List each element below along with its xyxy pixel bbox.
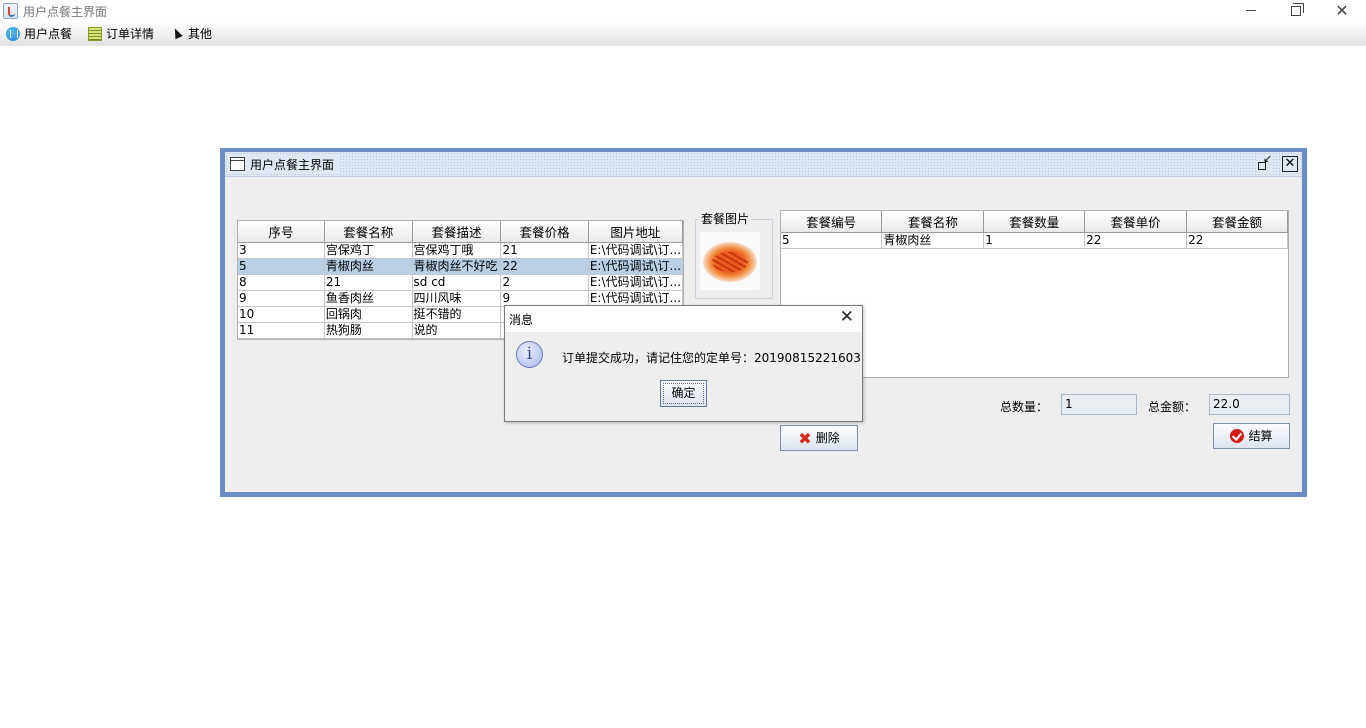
table-row[interactable]: 5 青椒肉丝 青椒肉丝不好吃 22 E:\代码调试\订... [238, 258, 684, 275]
restore-icon [1291, 2, 1304, 16]
table-cell[interactable]: 鱼香肉丝 [324, 290, 413, 307]
calculator-icon [88, 27, 102, 41]
table-cell[interactable]: 2 [500, 274, 589, 291]
total-amount-label: 总金额： [1148, 400, 1197, 414]
column-header[interactable]: 套餐名称 [324, 221, 413, 243]
pointer-icon [171, 26, 183, 40]
table-cell[interactable]: 22 [1186, 232, 1288, 249]
table-cell[interactable]: 10 [238, 306, 325, 323]
column-header[interactable]: 序号 [238, 221, 325, 243]
column-header[interactable]: 套餐数量 [983, 211, 1086, 233]
table-cell[interactable]: 青椒肉丝 [324, 258, 413, 275]
close-icon: ✕ [1335, 1, 1349, 20]
column-header[interactable]: 套餐描述 [412, 221, 502, 243]
delete-button[interactable]: ✖ 删除 [780, 425, 858, 451]
table-row[interactable]: 5 青椒肉丝 1 22 22 [781, 232, 1288, 249]
menu-user-order-label: 用户点餐 [24, 27, 73, 41]
table-cell[interactable]: 11 [238, 322, 325, 339]
order-table-header: 套餐编号 套餐名称 套餐数量 套餐单价 套餐金额 [781, 211, 1288, 233]
column-header[interactable]: 套餐单价 [1084, 211, 1188, 233]
table-cell[interactable]: 3 [238, 242, 325, 259]
table-cell[interactable]: 宫保鸡丁哦 [412, 242, 502, 259]
delete-button-label: 删除 [815, 431, 840, 445]
table-row[interactable]: 9 鱼香肉丝 四川风味 9 E:\代码调试\订... [238, 290, 684, 307]
table-cell[interactable]: 22 [500, 258, 589, 275]
menu-other-label: 其他 [188, 27, 213, 41]
dialog-title: 消息 [509, 313, 534, 327]
table-cell[interactable]: 宫保鸡丁 [324, 242, 413, 259]
table-cell[interactable]: 21 [500, 242, 589, 259]
frame-close-button[interactable]: ✕ [1282, 156, 1298, 172]
menu-order-details-label: 订单详情 [106, 27, 155, 41]
java-app-icon [3, 3, 18, 19]
table-cell[interactable]: 热狗肠 [324, 322, 413, 339]
table-cell[interactable]: 22 [1084, 232, 1188, 249]
frame-window-icon [230, 157, 245, 171]
dish-image-panel: 套餐图片 [695, 210, 773, 299]
table-cell[interactable]: sd cd [412, 274, 502, 291]
table-cell[interactable]: 9 [500, 290, 589, 307]
restore-button[interactable] [1273, 0, 1319, 22]
menu-bar: 用户点餐 订单详情 其他 [0, 22, 1366, 46]
menu-table-header: 序号 套餐名称 套餐描述 套餐价格 图片地址 [238, 221, 684, 243]
window-title-bar: 用户点餐主界面 ✕ [0, 0, 1366, 22]
total-quantity-field: 1 [1061, 394, 1137, 415]
table-cell[interactable]: E:\代码调试\订... [588, 242, 684, 259]
dialog-close-icon[interactable]: ✕ [840, 307, 854, 327]
internal-frame-title-bar[interactable]: 用户点餐主界面 ✕ [225, 152, 1302, 177]
table-row[interactable]: 3 宫保鸡丁 宫保鸡丁哦 21 E:\代码调试\订... [238, 242, 684, 259]
window-title: 用户点餐主界面 [23, 5, 108, 19]
table-cell[interactable]: 青椒肉丝 [881, 232, 985, 249]
frame-restore-button[interactable] [1256, 152, 1272, 172]
food-icon [6, 27, 20, 41]
dish-image-label: 套餐图片 [699, 210, 752, 227]
message-dialog: 消息 ✕ i 订单提交成功，请记住您的定单号：20190815221603 确定 [504, 305, 863, 422]
checkout-button-label: 结算 [1248, 429, 1273, 443]
menu-order-details[interactable]: 订单详情 [88, 25, 154, 43]
total-quantity-label: 总数量： [1000, 400, 1049, 414]
delete-x-icon: ✖ [798, 428, 812, 448]
table-cell[interactable]: 1 [983, 232, 1086, 249]
table-cell[interactable]: E:\代码调试\订... [588, 258, 684, 275]
column-header[interactable]: 套餐价格 [500, 221, 589, 243]
table-row[interactable]: 8 21 sd cd 2 E:\代码调试\订... [238, 274, 684, 291]
internal-frame-title: 用户点餐主界面 [250, 158, 335, 172]
table-cell[interactable]: 8 [238, 274, 325, 291]
column-header[interactable]: 套餐名称 [881, 211, 985, 233]
menu-user-order[interactable]: 用户点餐 [6, 25, 72, 43]
total-amount-field: 22.0 [1209, 394, 1290, 415]
checkmark-icon [1230, 428, 1245, 443]
close-icon: ✕ [1284, 156, 1296, 171]
dish-image [700, 232, 760, 290]
table-cell[interactable]: E:\代码调试\订... [588, 290, 684, 307]
dialog-message: 订单提交成功，请记住您的定单号：20190815221603 [562, 351, 861, 365]
table-cell[interactable]: 9 [238, 290, 325, 307]
column-header[interactable]: 图片地址 [588, 221, 684, 243]
order-table-grid: 套餐编号 套餐名称 套餐数量 套餐单价 套餐金额 5 青椒肉丝 1 22 22 [781, 211, 1288, 249]
table-cell[interactable]: 青椒肉丝不好吃 [412, 258, 502, 275]
table-cell[interactable]: 挺不错的 [412, 306, 502, 323]
ok-button[interactable]: 确定 [660, 380, 707, 407]
close-button[interactable]: ✕ [1319, 0, 1365, 22]
info-icon: i [516, 341, 543, 368]
column-header[interactable]: 套餐编号 [781, 211, 883, 233]
table-cell[interactable]: 回锅肉 [324, 306, 413, 323]
column-header[interactable]: 套餐金额 [1186, 211, 1288, 233]
menu-other[interactable]: 其他 [170, 25, 212, 43]
minimize-icon [1246, 10, 1256, 11]
table-cell[interactable]: 5 [781, 232, 883, 249]
table-cell[interactable]: 四川风味 [412, 290, 502, 307]
table-cell[interactable]: 5 [238, 258, 325, 275]
table-cell[interactable]: E:\代码调试\订... [588, 274, 684, 291]
dialog-title-bar[interactable]: 消息 ✕ [505, 306, 862, 332]
table-cell[interactable]: 21 [324, 274, 413, 291]
table-cell[interactable]: 说的 [412, 322, 502, 339]
minimize-button[interactable] [1228, 0, 1274, 22]
checkout-button[interactable]: 结算 [1213, 423, 1290, 449]
